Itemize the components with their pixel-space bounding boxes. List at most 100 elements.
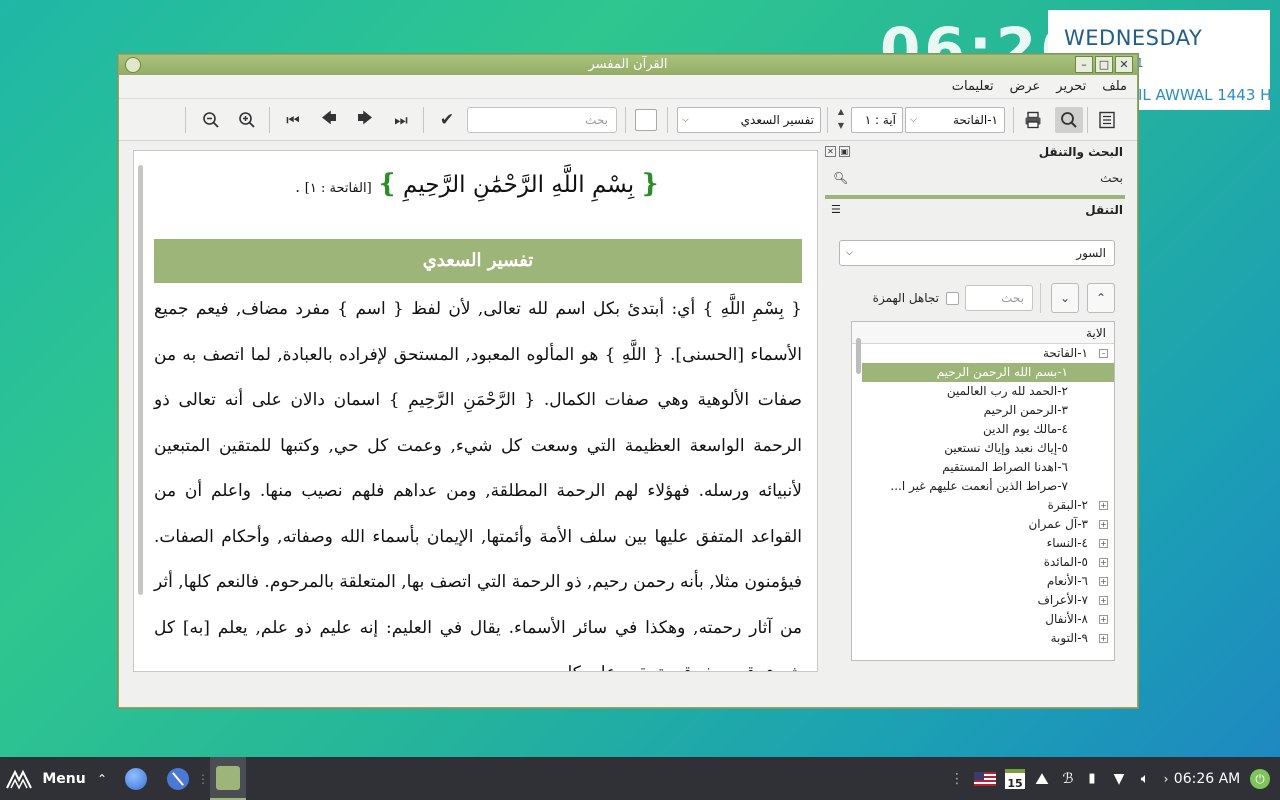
index-button[interactable]: [1093, 107, 1121, 133]
expand-icon[interactable]: +: [1099, 520, 1108, 529]
period-text: .: [295, 178, 300, 196]
date-day: WEDNESDAY: [1064, 26, 1203, 50]
tree-aya-item[interactable]: ٤-مالك يوم الدين: [852, 420, 1114, 439]
battery-icon[interactable]: ▮: [1082, 757, 1102, 800]
aya-spinner[interactable]: ▲ ▼: [833, 105, 849, 135]
expand-icon[interactable]: +: [1099, 615, 1108, 624]
expand-icon[interactable]: +: [1099, 577, 1108, 586]
sura-label: ٥-المائدة: [1043, 555, 1088, 569]
float-panel-icon[interactable]: ▣: [839, 146, 850, 157]
zoom-out-button[interactable]: [197, 107, 225, 133]
expand-icon[interactable]: +: [1099, 558, 1108, 567]
tree-sura-item[interactable]: +٩-التوبة: [852, 629, 1114, 648]
tree-sura-item[interactable]: +٦-الأنعام: [852, 572, 1114, 591]
bluetooth-icon[interactable]: ℬ: [1058, 757, 1078, 800]
minimize-button[interactable]: –: [1075, 56, 1093, 73]
search-section-title: البحث والتنقل: [1038, 145, 1123, 159]
tafsir-combo[interactable]: تفسير السعدي ⌵: [677, 107, 821, 133]
reader-scrollbar[interactable]: [138, 165, 143, 595]
collapse-icon[interactable]: –: [1099, 349, 1108, 358]
tafsir-checkbox[interactable]: [635, 109, 657, 131]
calendar-applet[interactable]: 15: [1002, 757, 1028, 800]
compass-launcher[interactable]: [164, 757, 192, 800]
quran-app-task[interactable]: [210, 757, 246, 800]
tree-sura-item[interactable]: +٤-النساء: [852, 534, 1114, 553]
print-button[interactable]: [1019, 107, 1047, 133]
chevron-down-icon[interactable]: ▼: [833, 119, 849, 133]
last-button[interactable]: ⏭: [387, 107, 415, 133]
volume-icon[interactable]: 🔈︎: [1134, 757, 1156, 800]
chevron-up-icon[interactable]: ⌃: [94, 757, 110, 800]
next-result-button[interactable]: ⌄: [1051, 283, 1079, 313]
list-icon: [1099, 111, 1115, 129]
previous-button[interactable]: 🡄: [315, 107, 343, 133]
tree-aya-item[interactable]: ٢-الحمد لله رب العالمين: [852, 382, 1114, 401]
tree-sura-item[interactable]: +٧-الأعراف: [852, 591, 1114, 610]
chevron-up-icon[interactable]: ▲: [833, 105, 849, 119]
sura-label: ٣-آل عمران: [1028, 517, 1088, 531]
menu-button[interactable]: Menu: [40, 757, 88, 800]
search-toggle-button[interactable]: [1055, 107, 1083, 133]
power-button[interactable]: ⏻: [1246, 757, 1274, 800]
toolbar-separator: [269, 107, 270, 133]
chevron-down-icon: ⌵: [682, 115, 689, 125]
tree-aya-item[interactable]: ٧-صراط الذين أنعمت عليهم غير ا...: [852, 477, 1114, 496]
tree-aya-item[interactable]: ٥-إياك نعبد وإياك نستعين: [852, 439, 1114, 458]
keyboard-layout-indicator[interactable]: [972, 757, 998, 800]
tree-aya-item[interactable]: ٦-اهدنا الصراط المستقيم: [852, 458, 1114, 477]
tree-sura-item[interactable]: +٢-البقرة: [852, 496, 1114, 515]
zoom-in-button[interactable]: [233, 107, 261, 133]
sura-label: ٦-الأنعام: [1046, 574, 1088, 588]
arrow-right-icon: 🡆: [357, 108, 373, 127]
toolbar-separator: [185, 107, 186, 133]
browser-launcher[interactable]: [122, 757, 150, 800]
menu-view[interactable]: عرض: [1010, 79, 1041, 94]
tree-sura-item[interactable]: – ١-الفاتحة: [852, 344, 1114, 363]
chevron-right-icon[interactable]: ›: [1160, 757, 1172, 800]
go-button[interactable]: ✔: [433, 107, 461, 133]
panel-search-input[interactable]: بحث: [965, 285, 1033, 311]
close-button[interactable]: ✕: [1115, 56, 1133, 73]
network-icon[interactable]: ▼: [1108, 757, 1130, 800]
taskbar-clock[interactable]: 06:26 AM: [1174, 757, 1240, 800]
mint-menu-logo-icon[interactable]: [4, 757, 34, 800]
search-section-row[interactable]: بحث 🔍︎: [827, 167, 1123, 189]
ornament-bracket-icon: ❵: [376, 169, 399, 199]
menu-file[interactable]: ملف: [1102, 79, 1127, 94]
search-navigation-panel: ✕ ▣ البحث والتنقل بحث 🔍︎ التنقل ☰ السور …: [825, 145, 1131, 681]
window-controls: – □ ✕: [1075, 56, 1133, 73]
printer-icon: [1025, 111, 1041, 129]
tree-sura-item[interactable]: +٥-المائدة: [852, 553, 1114, 572]
sura-label: ٤-النساء: [1046, 536, 1088, 550]
expand-icon[interactable]: +: [1099, 596, 1108, 605]
next-button[interactable]: 🡆: [351, 107, 379, 133]
aya-field[interactable]: آية : ١: [851, 107, 903, 133]
tree-sura-item[interactable]: +٨-الأنفال: [852, 610, 1114, 629]
aya-tree[interactable]: الاية – ١-الفاتحة ١-بسم الله الرحمن الرح…: [851, 321, 1115, 661]
expand-icon[interactable]: +: [1099, 634, 1108, 643]
menu-help[interactable]: تعليمات: [952, 79, 994, 94]
tree-sura-item[interactable]: +٣-آل عمران: [852, 515, 1114, 534]
expand-icon[interactable]: +: [1099, 501, 1108, 510]
first-button[interactable]: ⏮: [279, 107, 307, 133]
menu-edit[interactable]: تحرير: [1056, 79, 1086, 94]
maximize-button[interactable]: □: [1095, 56, 1113, 73]
tree-aya-item[interactable]: ٣-الرحمن الرحيم: [852, 401, 1114, 420]
toolbar-search-input[interactable]: بحث: [467, 107, 617, 133]
ignore-hamza-checkbox[interactable]: [946, 292, 959, 305]
expand-icon[interactable]: +: [1099, 539, 1108, 548]
previous-result-button[interactable]: ⌃: [1087, 283, 1115, 313]
power-icon: ⏻: [1250, 768, 1270, 789]
suras-combo[interactable]: السور ⌵: [839, 240, 1115, 266]
title-bar[interactable]: القرآن المفسر – □ ✕: [119, 55, 1137, 75]
suras-combo-value: السور: [1076, 246, 1106, 260]
prayer-times-applet[interactable]: ⛰: [1030, 757, 1054, 800]
close-panel-icon[interactable]: ✕: [825, 146, 836, 157]
sura-combo[interactable]: ١-الفاتحة ⌵: [905, 107, 1005, 133]
tafsir-reader[interactable]: ❴ بِسْمِ اللَّهِ الرَّحْمَٰنِ الرَّحِيمِ…: [133, 150, 818, 672]
quran-app-icon: [216, 765, 240, 790]
toolbar-separator: [667, 107, 668, 133]
tree-aya-item[interactable]: ١-بسم الله الرحمن الرحيم: [862, 363, 1114, 382]
toolbar-separator: [423, 107, 424, 133]
globe-icon: [125, 767, 147, 790]
